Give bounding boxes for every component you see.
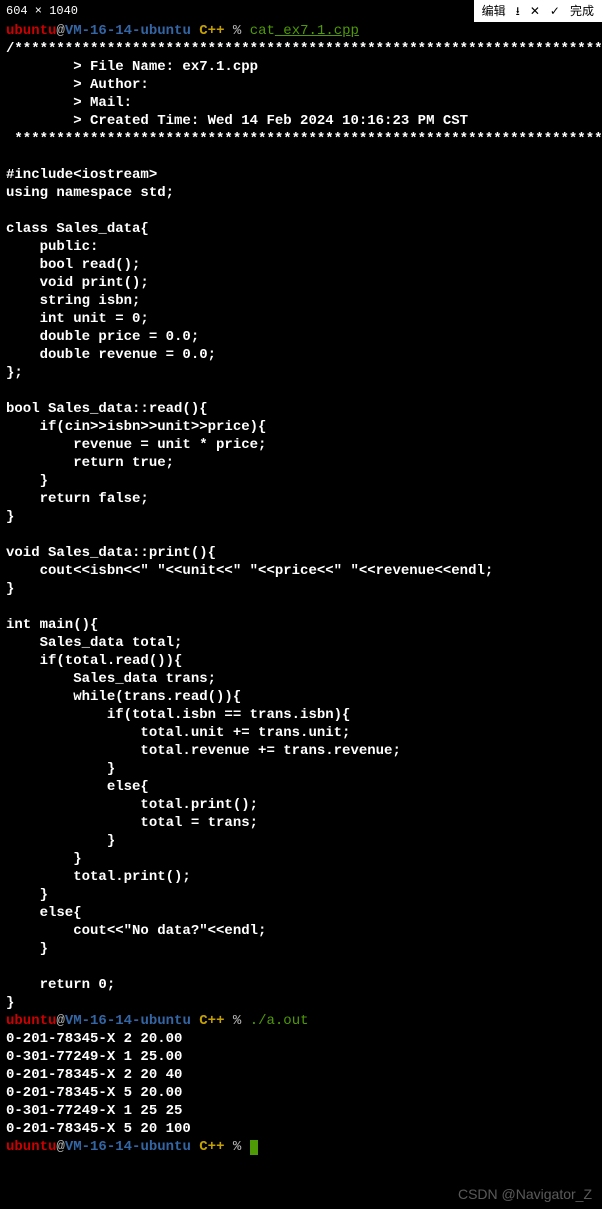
done-button[interactable]: 完成 (570, 2, 594, 20)
program-output: 0-201-78345-X 2 20.00 0-301-77249-X 1 25… (6, 1031, 191, 1137)
image-toolbar: 编辑 ⭳ ✕ ✓ 完成 (474, 0, 602, 22)
prompt-user: ubuntu (6, 23, 56, 39)
prompt-host: VM-16-14-ubuntu (65, 1013, 191, 1029)
cursor (250, 1140, 258, 1155)
prompt-user: ubuntu (6, 1139, 56, 1155)
prompt-path: C++ (191, 1013, 233, 1029)
edit-button[interactable]: 编辑 (482, 2, 506, 20)
prompt-line-1: ubuntu@VM-16-14-ubuntu C++ % cat ex7.1.c… (6, 23, 359, 39)
source-code: /***************************************… (6, 41, 602, 1011)
prompt-at: @ (56, 23, 64, 39)
prompt-sep: % (233, 1013, 250, 1029)
prompt-at: @ (56, 1013, 64, 1029)
prompt-at: @ (56, 1139, 64, 1155)
prompt-host: VM-16-14-ubuntu (65, 1139, 191, 1155)
download-icon[interactable]: ⭳ (516, 2, 520, 20)
prompt-sep: % (233, 1139, 250, 1155)
run-command: ./a.out (250, 1013, 309, 1029)
prompt-user: ubuntu (6, 1013, 56, 1029)
watermark: CSDN @Navigator_Z (458, 1185, 592, 1203)
terminal[interactable]: ubuntu@VM-16-14-ubuntu C++ % cat ex7.1.c… (0, 0, 602, 1162)
prompt-line-3: ubuntu@VM-16-14-ubuntu C++ % (6, 1139, 258, 1155)
check-icon[interactable]: ✓ (550, 2, 560, 20)
prompt-line-2: ubuntu@VM-16-14-ubuntu C++ % ./a.out (6, 1013, 309, 1029)
cat-argument: ex7.1.cpp (275, 23, 359, 39)
prompt-path: C++ (191, 23, 233, 39)
dimension-label: 604 × 1040 (0, 0, 84, 22)
prompt-path: C++ (191, 1139, 233, 1155)
prompt-sep: % (233, 23, 250, 39)
close-icon[interactable]: ✕ (530, 2, 540, 20)
prompt-host: VM-16-14-ubuntu (65, 23, 191, 39)
cat-command: cat (250, 23, 275, 39)
